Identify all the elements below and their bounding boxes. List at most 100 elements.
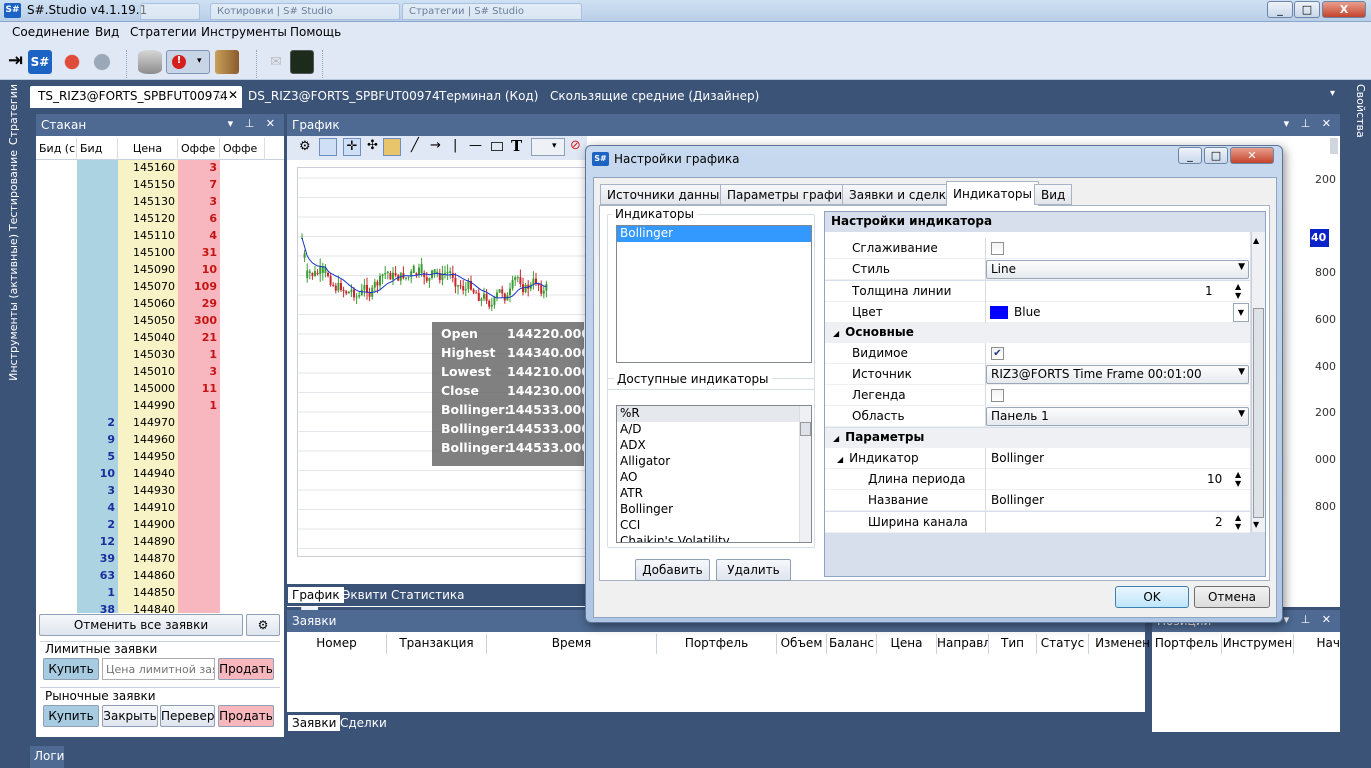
menu-view[interactable]: Вид [95, 25, 119, 39]
spinner-icon[interactable]: ▲ ▼ [1235, 513, 1241, 531]
vertical-line-icon[interactable]: | [453, 138, 457, 153]
side-tab-properties[interactable]: Свойства [1354, 84, 1367, 138]
order-book-row[interactable]: 145150 7 [36, 177, 269, 194]
order-book-row[interactable]: 145070 109 [36, 279, 269, 296]
menu-tools[interactable]: Инструменты [201, 25, 287, 39]
tab-moving-averages[interactable]: Скользящие средние (Дизайнер) [542, 86, 767, 108]
column-header[interactable]: Баланс [827, 634, 877, 654]
order-book-row[interactable]: 145120 6 [36, 211, 269, 228]
market-sell-button[interactable]: Продать [218, 705, 274, 727]
tab-terminal-code[interactable]: Терминал (Код) [431, 86, 546, 108]
tabs-dropdown-icon[interactable]: ▾ [1330, 88, 1335, 99]
column-header[interactable]: Инструмен [1222, 634, 1294, 654]
property-grid-scrollbar[interactable]: ▲ ▼ [1251, 232, 1265, 532]
reverse-position-button[interactable]: Переверн [160, 705, 215, 727]
pane-controls-icon[interactable]: ▾ ⊥ ✕ [228, 117, 279, 130]
menu-help[interactable]: Помощь [290, 25, 341, 39]
order-book-row[interactable]: 145100 31 [36, 245, 269, 262]
legend-checkbox[interactable] [991, 389, 1004, 402]
maximize-button[interactable]: □ [1294, 1, 1320, 18]
close-icon[interactable]: ✕ [228, 88, 238, 102]
pin-icon[interactable]: ⊙ [216, 88, 226, 102]
order-book-row[interactable]: 145160 3 [36, 160, 269, 177]
menu-strategies[interactable]: Стратегии [130, 25, 197, 39]
scroll-down-icon[interactable]: ▼ [1253, 520, 1259, 529]
order-book-row[interactable]: 10 144940 [36, 466, 269, 483]
zoom-icon[interactable] [319, 138, 337, 156]
column-header[interactable]: Направле [937, 634, 989, 654]
pane-controls-icon[interactable]: ▾ ⊥ ✕ [1284, 613, 1335, 626]
order-book-row[interactable]: 145040 21 [36, 330, 269, 347]
sharp-logo-icon[interactable]: S# [28, 50, 52, 74]
collapse-icon[interactable]: ◢ [833, 329, 839, 338]
chart-scroll-icon[interactable] [1330, 138, 1338, 154]
available-indicators-list[interactable]: %R A/D ADX Alligator AO ATR Bollinger CCI Chaiki… [616, 405, 812, 543]
add-indicator-button[interactable]: Добавить [635, 559, 710, 581]
tab-ts-riz3[interactable]: TS_RIZ3@FORTS_SPBFUT00974 ⊙ ✕ [30, 86, 242, 108]
bars-icon[interactable] [383, 138, 401, 156]
order-book-row[interactable]: 4 144910 [36, 500, 269, 517]
column-header[interactable]: Объем [777, 634, 827, 654]
order-book-row[interactable]: 2 144970 [36, 415, 269, 432]
gear-icon[interactable]: ⚙ [299, 139, 311, 154]
list-item[interactable]: Bollinger [617, 502, 811, 518]
line-tool-icon[interactable]: ╱ [411, 138, 419, 153]
column-header[interactable]: Портфель [657, 634, 777, 654]
column-header[interactable]: Изменен [1089, 634, 1157, 654]
channel-width-value[interactable]: 2 [1215, 515, 1223, 529]
scrollbar-thumb[interactable] [1253, 308, 1264, 518]
column-header[interactable]: Нач [1294, 634, 1340, 654]
category-row[interactable]: ◢ Параметры [825, 428, 1250, 448]
side-tab-instruments[interactable]: Инструменты (активные) [7, 234, 20, 381]
order-book-row[interactable]: 12 144890 [36, 534, 269, 551]
order-book-row[interactable]: 39 144870 [36, 551, 269, 568]
category-row[interactable]: ◢ Основные [825, 323, 1250, 343]
tab-equity[interactable]: Эквити [338, 587, 391, 603]
rectangle-tool-icon[interactable] [491, 142, 503, 151]
order-book-row[interactable]: 145130 3 [36, 194, 269, 211]
order-book-row[interactable]: 145060 29 [36, 296, 269, 313]
database-icon[interactable] [138, 50, 162, 74]
mail-icon[interactable]: ✉ [264, 50, 288, 74]
minimize-button[interactable]: _ [1178, 147, 1202, 164]
tab-orders[interactable]: Заявки [288, 715, 341, 731]
tab-ds-riz3[interactable]: DS_RIZ3@FORTS_SPBFUT00974 [240, 86, 448, 108]
column-header[interactable]: Оффе [178, 138, 220, 160]
collapse-icon[interactable]: ◢ [837, 455, 843, 464]
order-book-row[interactable]: 145090 10 [36, 262, 269, 279]
style-select[interactable]: Line ▼ [986, 260, 1249, 279]
list-scrollbar[interactable] [799, 406, 811, 542]
limit-buy-button[interactable]: Купить [43, 658, 99, 680]
column-header[interactable]: Бид (с [36, 138, 77, 160]
spinner-icon[interactable]: ▲ ▼ [1235, 282, 1241, 300]
spinner-icon[interactable]: ▲ ▼ [1235, 470, 1241, 488]
minimize-button[interactable]: _ [1267, 1, 1293, 18]
order-book-row[interactable]: 38 144840 [36, 602, 269, 613]
alert-icon[interactable]: ! ▾ [166, 50, 210, 74]
cancel-button[interactable]: Отмена [1194, 586, 1270, 608]
order-book-row[interactable]: 144990 1 [36, 398, 269, 415]
list-item[interactable]: A/D [617, 422, 811, 438]
order-book-row[interactable]: 1 144850 [36, 585, 269, 602]
order-book-row[interactable]: 2 144900 [36, 517, 269, 534]
name-value[interactable]: Bollinger [987, 490, 1249, 511]
collapse-icon[interactable]: ◢ [833, 434, 839, 443]
column-header[interactable]: Транзакция [387, 634, 487, 654]
tab-indicators[interactable]: Индикаторы [946, 181, 1039, 206]
chart-icon[interactable] [290, 50, 314, 74]
side-tab-testing[interactable]: Тестирование [7, 150, 20, 231]
market-buy-button[interactable]: Купить [43, 705, 99, 727]
logs-tab[interactable]: Логи [30, 746, 64, 768]
visible-checkbox[interactable]: ✔ [991, 347, 1004, 360]
order-book-row[interactable]: 3 144930 [36, 483, 269, 500]
pane-controls-icon[interactable]: ▾ ⊥ ✕ [1284, 117, 1335, 130]
order-book-row[interactable]: 145000 11 [36, 381, 269, 398]
text-tool-icon[interactable]: T [511, 137, 522, 155]
delete-icon[interactable]: ⊘ [570, 138, 581, 153]
column-header[interactable]: Бид [77, 138, 118, 160]
period-value[interactable]: 10 [1207, 472, 1222, 486]
column-header[interactable]: Цена [118, 138, 178, 160]
column-header[interactable]: Номер [287, 634, 387, 654]
column-header[interactable]: Портфель [1152, 634, 1222, 654]
smoothing-checkbox[interactable] [991, 242, 1004, 255]
